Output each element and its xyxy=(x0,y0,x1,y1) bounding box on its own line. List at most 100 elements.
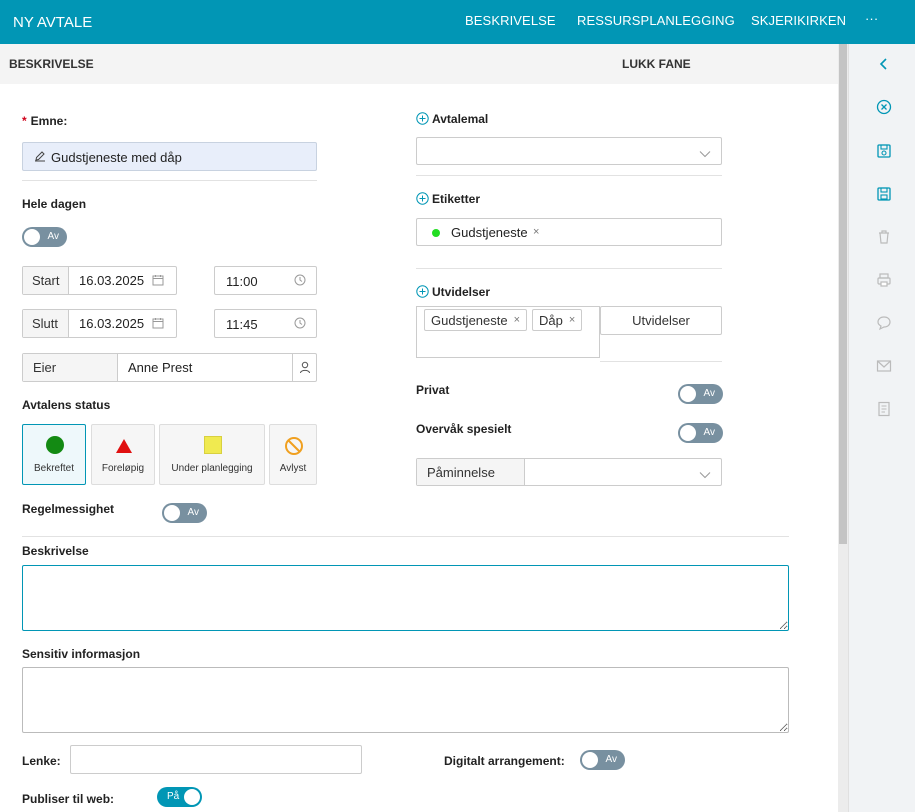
document-icon[interactable] xyxy=(874,399,894,419)
back-icon[interactable] xyxy=(874,54,894,74)
eier-value: Anne Prest xyxy=(128,360,193,375)
chevron-down-icon xyxy=(699,467,711,482)
comment-icon[interactable] xyxy=(874,313,894,333)
lenke-input[interactable] xyxy=(70,745,362,774)
hele-dagen-label: Hele dagen xyxy=(22,197,87,211)
emne-value: Gudstjeneste med dåp xyxy=(51,150,182,165)
divider xyxy=(22,536,789,537)
emne-label: * Emne: xyxy=(22,114,67,128)
status-forelopig[interactable]: Foreløpig xyxy=(91,424,155,485)
status-under-planlegging[interactable]: Under planlegging xyxy=(159,424,265,485)
save-icon[interactable] xyxy=(874,184,894,204)
status-under-planlegging-label: Under planlegging xyxy=(171,463,253,474)
toggle-text: Av xyxy=(703,388,716,399)
regelmessighet-label: Regelmessighet xyxy=(22,502,115,516)
emne-label-text: Emne: xyxy=(30,114,68,128)
toggle-knob xyxy=(582,752,598,768)
overvak-label: Overvåk spesielt xyxy=(416,422,512,436)
toggle-knob xyxy=(680,386,696,402)
divider xyxy=(22,180,317,181)
scrollbar-thumb[interactable] xyxy=(839,44,847,544)
privat-toggle[interactable]: Av xyxy=(678,384,723,404)
start-label: Start xyxy=(23,267,69,294)
slutt-label: Slutt xyxy=(23,310,69,337)
start-time-field[interactable]: 11:00 xyxy=(214,266,317,295)
sensitiv-label: Sensitiv informasjon xyxy=(22,647,141,661)
add-avtalemal-icon[interactable] xyxy=(416,112,430,126)
digitalt-toggle[interactable]: Av xyxy=(580,750,625,770)
slutt-time-value: 11:45 xyxy=(226,317,258,332)
toggle-knob xyxy=(184,789,200,805)
nav-beskrivelse[interactable]: BESKRIVELSE xyxy=(465,13,556,28)
pencil-icon xyxy=(34,150,46,165)
nav-skjerikirken[interactable]: SKJERIKIRKEN xyxy=(751,13,846,28)
nav-ressursplanlegging[interactable]: RESSURSPLANLEGGING xyxy=(577,13,735,28)
avtalemal-select[interactable] xyxy=(416,137,722,165)
divider xyxy=(600,361,722,362)
start-date-value: 16.03.2025 xyxy=(79,273,145,288)
hele-dagen-toggle[interactable]: Av xyxy=(22,227,67,247)
beskrivelse-label: Beskrivelse xyxy=(22,544,89,558)
utvidelse-chip[interactable]: Dåp × xyxy=(532,309,583,331)
tab-beskrivelse[interactable]: BESKRIVELSE xyxy=(9,57,94,71)
remove-chip-icon[interactable]: × xyxy=(514,314,520,326)
sensitiv-textarea[interactable] xyxy=(22,667,789,733)
utvidelse-chip-label: Dåp xyxy=(539,312,563,328)
utvidelser-label: Utvidelser xyxy=(432,285,491,299)
mail-icon[interactable] xyxy=(874,356,894,376)
utvidelser-button[interactable]: Utvidelser xyxy=(600,306,722,335)
clock-icon[interactable] xyxy=(294,317,306,332)
etiketter-label: Etiketter xyxy=(432,192,481,206)
eier-field[interactable]: Eier Anne Prest xyxy=(22,353,317,382)
tag-color-dot xyxy=(432,229,440,237)
add-etiketter-icon[interactable] xyxy=(416,192,430,206)
status-bekreftet[interactable]: Bekreftet xyxy=(22,424,86,485)
lenke-label: Lenke: xyxy=(22,754,61,768)
user-icon[interactable] xyxy=(292,354,316,381)
status-avlyst[interactable]: Avlyst xyxy=(269,424,317,485)
start-time-value: 11:00 xyxy=(226,274,258,289)
clock-icon[interactable] xyxy=(294,274,306,289)
etiketter-field[interactable]: Gudstjeneste × xyxy=(416,218,722,246)
add-utvidelser-icon[interactable] xyxy=(416,285,430,299)
trash-icon[interactable] xyxy=(874,227,894,247)
beskrivelse-textarea[interactable] xyxy=(22,565,789,631)
avtalemal-label: Avtalemal xyxy=(432,112,489,126)
toggle-text: Av xyxy=(605,754,618,765)
overvak-toggle[interactable]: Av xyxy=(678,423,723,443)
chevron-down-icon xyxy=(699,146,711,161)
close-circle-icon[interactable] xyxy=(874,97,894,117)
publiser-toggle[interactable]: På xyxy=(157,787,202,807)
toggle-text: Av xyxy=(47,231,60,242)
slutt-date-value: 16.03.2025 xyxy=(79,316,145,331)
paminnelse-label: Påminnelse xyxy=(417,459,525,485)
toggle-text: Av xyxy=(703,427,716,438)
toggle-knob xyxy=(24,229,40,245)
remove-tag-icon[interactable]: × xyxy=(533,226,539,238)
calendar-icon[interactable] xyxy=(152,317,164,332)
start-date-field[interactable]: Start 16.03.2025 xyxy=(22,266,177,295)
digitalt-label: Digitalt arrangement: xyxy=(444,754,565,768)
paminnelse-select[interactable]: Påminnelse xyxy=(416,458,722,486)
circle-icon xyxy=(46,436,64,454)
utvidelse-chip-label: Gudstjeneste xyxy=(431,312,508,328)
save-settings-icon[interactable] xyxy=(874,141,894,161)
triangle-icon xyxy=(115,438,133,457)
close-tab-button[interactable]: LUKK FANE xyxy=(622,57,691,71)
utvidelse-chip[interactable]: Gudstjeneste × xyxy=(424,309,528,331)
cancel-icon xyxy=(284,436,304,459)
slutt-time-field[interactable]: 11:45 xyxy=(214,309,317,338)
regelmessighet-toggle[interactable]: Av xyxy=(162,503,207,523)
divider xyxy=(416,175,722,176)
remove-chip-icon[interactable]: × xyxy=(569,314,575,326)
privat-label: Privat xyxy=(416,383,450,397)
nav-more[interactable]: ··· xyxy=(865,11,878,26)
eier-label: Eier xyxy=(23,354,118,381)
square-icon xyxy=(204,436,222,454)
toggle-knob xyxy=(164,505,180,521)
calendar-icon[interactable] xyxy=(152,274,164,289)
etikett-chip-label: Gudstjeneste xyxy=(451,225,528,240)
slutt-date-field[interactable]: Slutt 16.03.2025 xyxy=(22,309,177,338)
print-icon[interactable] xyxy=(874,270,894,290)
emne-input[interactable]: Gudstjeneste med dåp xyxy=(22,142,317,171)
